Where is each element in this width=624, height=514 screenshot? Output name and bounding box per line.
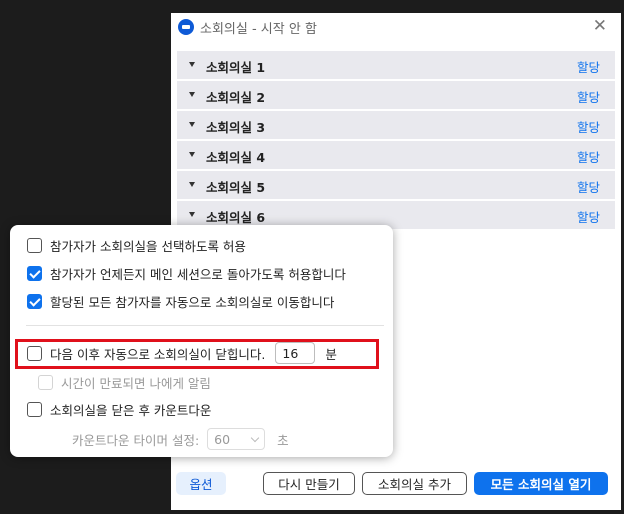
room-row[interactable]: 소회의실 3 할당 <box>177 111 615 139</box>
caret-down-icon[interactable] <box>189 122 195 127</box>
highlight-box <box>15 339 379 369</box>
caret-down-icon[interactable] <box>189 152 195 157</box>
room-name: 소회의실 4 <box>206 150 266 165</box>
countdown-label: 소회의실을 닫은 후 카운트다운 <box>50 403 212 418</box>
allow-choose-checkbox[interactable] <box>27 238 42 253</box>
caret-down-icon[interactable] <box>189 182 195 187</box>
caret-down-icon[interactable] <box>189 212 195 217</box>
room-row[interactable]: 소회의실 1 할당 <box>177 51 615 79</box>
countdown-checkbox[interactable] <box>27 402 42 417</box>
room-name: 소회의실 2 <box>206 90 266 105</box>
assign-link[interactable]: 할당 <box>577 147 600 166</box>
room-row[interactable]: 소회의실 5 할당 <box>177 171 615 199</box>
open-all-rooms-button[interactable]: 모든 소회의실 열기 <box>474 472 608 495</box>
allow-return-label: 참가자가 언제든지 메인 세션으로 돌아가도록 허용합니다 <box>50 267 346 282</box>
auto-move-checkbox[interactable] <box>27 294 42 309</box>
assign-link[interactable]: 할당 <box>577 87 600 106</box>
chevron-down-icon <box>250 433 260 442</box>
options-button[interactable]: 옵션 <box>176 472 226 495</box>
caret-down-icon[interactable] <box>189 92 195 97</box>
assign-link[interactable]: 할당 <box>577 207 600 226</box>
assign-link[interactable]: 할당 <box>577 57 600 76</box>
add-room-button[interactable]: 소회의실 추가 <box>362 472 467 495</box>
seconds-unit: 초 <box>277 432 289 448</box>
allow-choose-label: 참가자가 소회의실을 선택하도록 허용 <box>50 239 246 254</box>
countdown-timer-value: 60 <box>214 431 231 447</box>
assign-link[interactable]: 할당 <box>577 117 600 136</box>
notify-label: 시간이 만료되면 나에게 알림 <box>61 376 211 391</box>
notify-checkbox <box>38 375 53 390</box>
option-countdown[interactable]: 소회의실을 닫은 후 카운트다운 <box>27 400 211 419</box>
option-auto-move[interactable]: 할당된 모든 참가자를 자동으로 소회의실로 이동합니다 <box>27 292 334 311</box>
option-allow-choose[interactable]: 참가자가 소회의실을 선택하도록 허용 <box>27 236 246 255</box>
room-name: 소회의실 5 <box>206 180 266 195</box>
room-row[interactable]: 소회의실 2 할당 <box>177 81 615 109</box>
recreate-button[interactable]: 다시 만들기 <box>263 472 355 495</box>
room-list: 소회의실 1 할당 소회의실 2 할당 소회의실 3 할당 소회의실 4 할당 … <box>177 51 615 231</box>
allow-return-checkbox[interactable] <box>27 266 42 281</box>
title-bar: 소회의실 - 시작 안 함 ✕ <box>171 13 621 47</box>
room-row[interactable]: 소회의실 4 할당 <box>177 141 615 169</box>
room-name: 소회의실 3 <box>206 120 266 135</box>
option-notify: 시간이 만료되면 나에게 알림 <box>38 373 211 392</box>
assign-link[interactable]: 할당 <box>577 177 600 196</box>
divider <box>26 325 384 326</box>
caret-down-icon[interactable] <box>189 62 195 67</box>
option-allow-return[interactable]: 참가자가 언제든지 메인 세션으로 돌아가도록 허용합니다 <box>27 264 346 283</box>
countdown-timer-row: 카운트다운 타이머 설정: 60 초 <box>72 428 289 450</box>
room-name: 소회의실 6 <box>206 210 266 225</box>
close-icon[interactable]: ✕ <box>593 16 607 36</box>
countdown-timer-label: 카운트다운 타이머 설정: <box>72 432 200 448</box>
room-name: 소회의실 1 <box>206 60 266 75</box>
auto-move-label: 할당된 모든 참가자를 자동으로 소회의실로 이동합니다 <box>50 295 335 310</box>
countdown-timer-select: 60 <box>207 428 266 450</box>
zoom-logo-icon <box>178 19 194 35</box>
window-title: 소회의실 - 시작 안 함 <box>200 22 317 37</box>
